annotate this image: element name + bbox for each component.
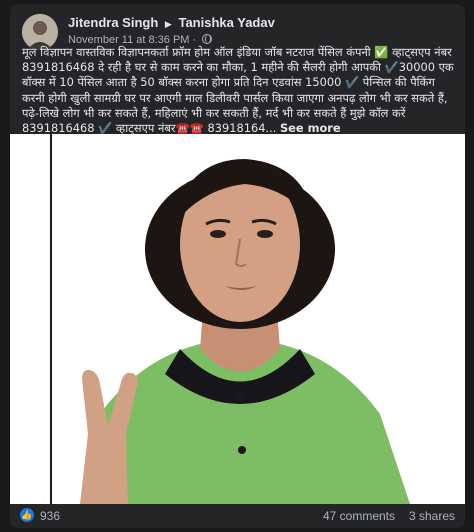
caret-right-icon: ▶ [164,19,172,29]
like-count[interactable]: 936 [40,509,60,523]
post-card: Jitendra Singh ▶ Tanishka Yadav November… [10,4,465,528]
reactions-bar: 👍 936 47 comments 3 shares [10,504,465,528]
share-count[interactable]: 3 shares [409,509,455,523]
post-author-line: Jitendra Singh ▶ Tanishka Yadav [68,15,275,30]
recipient-name[interactable]: Tanishka Yadav [178,15,274,30]
comment-count[interactable]: 47 comments [323,509,395,523]
see-more-link[interactable]: See more [280,121,341,135]
author-name[interactable]: Jitendra Singh [68,15,158,30]
post-body: मूल विज्ञापन वास्तविक विज्ञापनकर्ता फ्रॉ… [22,45,454,136]
globe-icon[interactable] [202,34,213,44]
post-message: मूल विज्ञापन वास्तविक विज्ञापनकर्ता फ्रॉ… [22,45,454,136]
photo-illustration [80,159,410,504]
post-photo[interactable] [10,134,465,504]
like-icon[interactable]: 👍 [20,508,34,522]
